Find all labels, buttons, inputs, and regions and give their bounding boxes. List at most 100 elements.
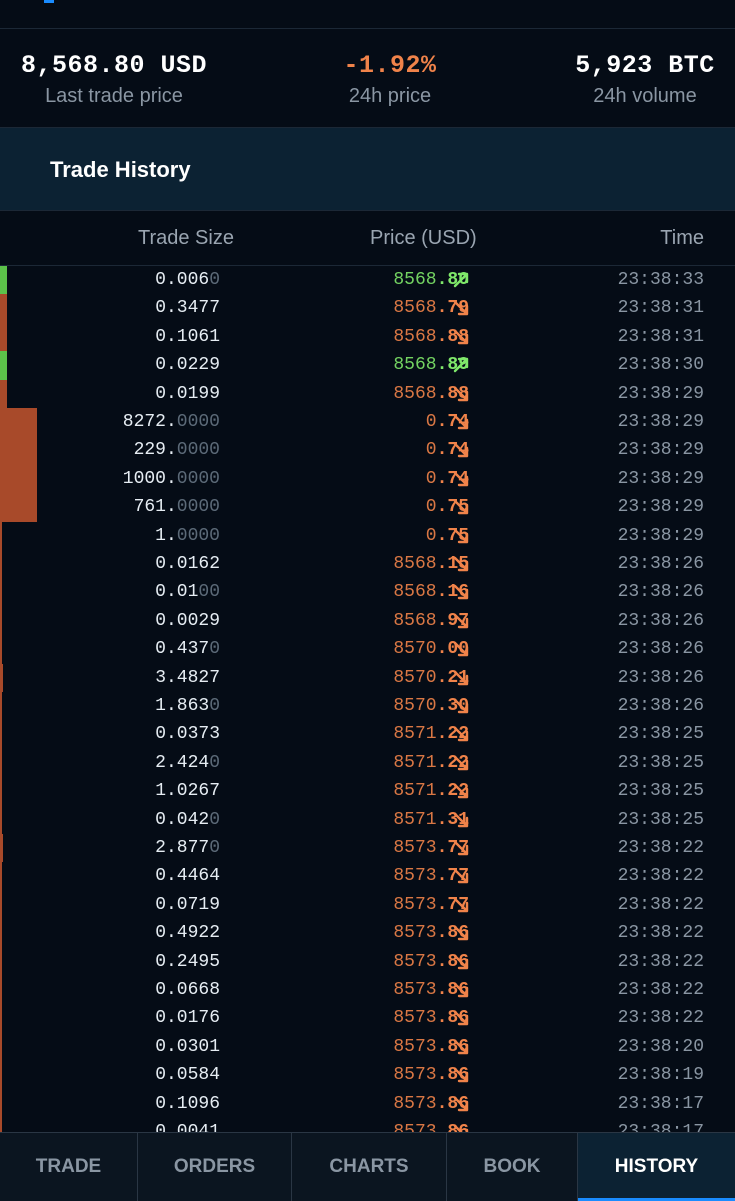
trade-size-value: 0.01	[155, 582, 199, 603]
trade-price-integer: 8568	[393, 355, 437, 376]
trade-price-integer: 8573	[393, 1008, 437, 1029]
arrow-down-right-icon	[453, 386, 469, 401]
tab-orders-label: ORDERS	[173, 1156, 256, 1177]
trade-time: 23:38:17	[617, 1122, 704, 1132]
section-title: Trade History	[50, 157, 191, 182]
volume-bar	[0, 1004, 2, 1033]
tab-history[interactable]: HISTORY	[578, 1133, 735, 1201]
trade-size: 0.1096	[155, 1094, 220, 1114]
col-price: Price (USD)	[370, 227, 477, 249]
trade-price-integer: 8573	[393, 1093, 437, 1114]
trade-size-value: 761.	[133, 497, 177, 518]
market-stats: 8,568.80 USD Last trade price -1.92% 24h…	[0, 29, 735, 128]
trade-price-integer: 8568	[393, 554, 437, 574]
last-trade-price-value: 8,568.80 USD	[20, 51, 208, 80]
arrow-down-right-icon	[453, 1096, 469, 1111]
trade-time: 23:38:30	[617, 355, 704, 376]
arrow-down-right-icon	[453, 982, 469, 998]
trade-time: 23:38:26	[617, 696, 704, 716]
trade-size-padding: 0	[209, 752, 220, 773]
trade-time: 23:38:29	[617, 412, 704, 432]
trade-time: 23:38:33	[617, 270, 704, 290]
trade-size-value: 0.437	[155, 639, 210, 660]
trade-price-integer: 0	[425, 497, 437, 518]
trade-price-integer: 8570	[393, 696, 437, 716]
arrow-down-right-icon	[453, 414, 469, 430]
tab-orders[interactable]: ORDERS	[138, 1133, 292, 1201]
trade-row: 0.3477 8568.79 23:38:31	[0, 294, 735, 323]
trade-size-padding: 0000	[176, 468, 220, 489]
tab-trade[interactable]: TRADE	[0, 1133, 138, 1201]
volume-bar	[0, 294, 8, 323]
trade-time: 23:38:22	[617, 980, 704, 1000]
trade-size: 1.0267	[155, 781, 220, 801]
trade-price-integer: 8568	[393, 610, 437, 631]
trade-row: 0.0100 8568.16 23:38:26	[0, 578, 735, 607]
trade-size-padding: 0	[209, 270, 220, 290]
volume-bar	[0, 890, 2, 920]
trade-size-value: 1.	[155, 525, 177, 546]
trade-price-integer: 8573	[393, 866, 437, 887]
trade-size: 0.0584	[155, 1065, 220, 1085]
tab-charts[interactable]: CHARTS	[292, 1133, 447, 1201]
trade-row: 2.8770 8573.77 23:38:22	[0, 834, 735, 863]
bottom-tab-bar: TRADE ORDERS CHARTS BOOK HISTORY	[0, 1132, 735, 1201]
trade-time: 23:38:31	[617, 326, 704, 347]
trade-row: 0.0301 8573.86 23:38:20	[0, 1032, 735, 1062]
trade-size: 2.8770	[155, 838, 220, 858]
trade-price-integer: 8573	[393, 1065, 437, 1086]
volume-bar	[0, 947, 2, 976]
volume-bar	[0, 748, 2, 778]
trade-price-integer: 8570	[393, 639, 437, 660]
trade-price-integer: 0	[425, 440, 437, 461]
trade-size: 0.0229	[155, 355, 220, 375]
trade-size-value: 0.4922	[155, 923, 220, 944]
volume-bar	[0, 834, 3, 863]
trade-size-padding: 0	[209, 809, 220, 830]
trade-size-value: 0.0373	[155, 724, 220, 745]
trade-price-integer: 0	[425, 525, 437, 546]
tab-charts-label: CHARTS	[329, 1156, 409, 1177]
trade-price-integer: 8568	[393, 582, 437, 603]
trade-row: 1.0000 0.75 23:38:29	[0, 521, 735, 550]
tab-history-label: HISTORY	[614, 1156, 699, 1177]
volume-bar	[0, 720, 2, 749]
volume-bar	[0, 578, 2, 607]
trade-size-padding: 0	[209, 639, 220, 660]
trade-row: 1.8630 8570.30 23:38:26	[0, 692, 735, 721]
trade-size: 1.0000	[155, 526, 220, 546]
arrow-down-right-icon	[453, 755, 469, 770]
trade-row: 0.0584 8573.86 23:38:19	[0, 1061, 735, 1090]
trade-size: 0.4922	[155, 923, 220, 943]
trade-price-integer: 8568	[393, 383, 437, 404]
trade-size-padding: 0	[209, 838, 220, 858]
volume-bar	[0, 862, 2, 891]
tab-trade-label: TRADE	[35, 1156, 102, 1177]
volume-bar	[0, 322, 8, 352]
trade-price-integer: 0	[425, 412, 437, 432]
arrow-down-right-icon	[453, 783, 469, 799]
trade-row: 0.4464 8573.77 23:38:22	[0, 862, 735, 891]
volume-bar	[0, 493, 37, 522]
trade-time: 23:38:19	[617, 1065, 704, 1086]
trade-time: 23:38:26	[617, 639, 704, 660]
trade-size-value: 0.0176	[155, 1008, 220, 1029]
trade-size-value: 1.0267	[155, 781, 220, 802]
arrow-down-right-icon	[453, 1011, 469, 1026]
last-trade-price-label: Last trade price	[45, 85, 183, 107]
trade-size: 2.4240	[155, 753, 220, 773]
trade-size-value: 0.0162	[155, 554, 220, 574]
arrow-down-right-icon	[453, 812, 469, 827]
trade-size: 3.4827	[155, 668, 220, 688]
trade-price-integer: 8571	[393, 781, 437, 802]
volume-bar	[0, 521, 2, 550]
trade-size: 229.0000	[134, 440, 220, 460]
arrow-down-right-icon	[453, 585, 469, 600]
tab-book[interactable]: BOOK	[447, 1133, 578, 1201]
trade-time: 23:38:25	[617, 781, 704, 802]
trade-size-padding: 0000	[176, 412, 220, 432]
trade-row: 0.1096 8573.86 23:38:17	[0, 1089, 735, 1118]
trade-list[interactable]: 0.0060 8568.80 23:38:33 0.3477 8568.79 23:38:…	[0, 266, 735, 1132]
trade-row: 229.0000 0.74 23:38:29	[0, 436, 735, 465]
volume-bar	[0, 408, 37, 437]
